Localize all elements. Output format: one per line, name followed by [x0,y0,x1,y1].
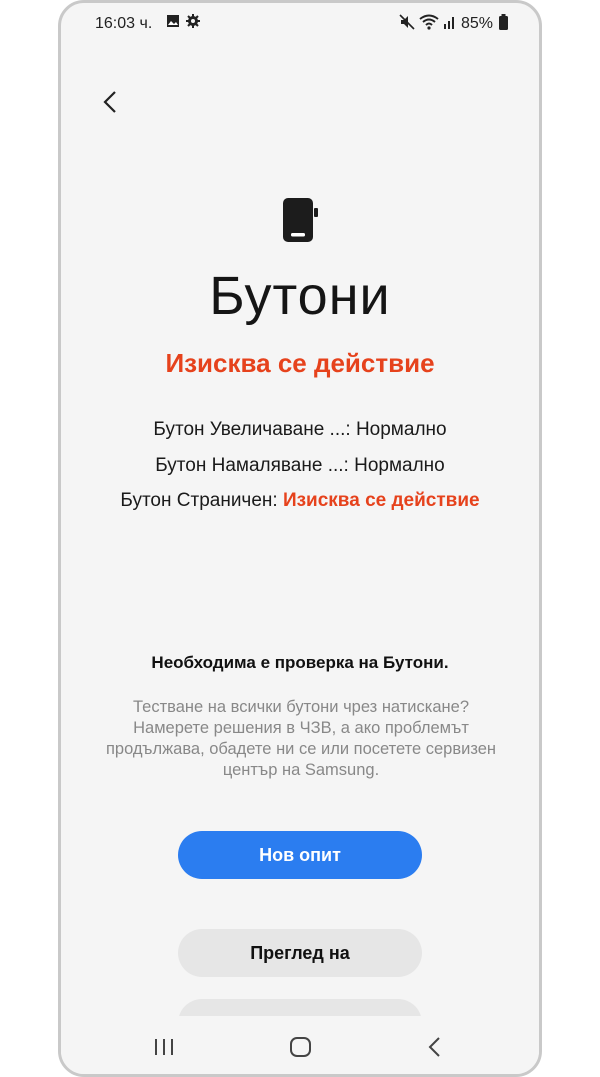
gear-icon [186,14,200,33]
review-button[interactable]: Преглед на [178,929,422,977]
result-volume-up: Бутон Увеличаване ...: Нормално [61,419,539,441]
check-heading: Необходима е проверка на Бутони. [151,653,449,672]
retry-button[interactable]: Нов опит [178,831,422,879]
image-icon [166,14,180,33]
result-side-button: Бутон Страничен: Изисква се действие [61,490,539,512]
home-button[interactable] [289,1036,313,1063]
recent-apps-button[interactable] [153,1036,175,1063]
back-icon [428,1037,440,1057]
mute-icon [399,14,415,35]
result-value: Нормално [354,455,445,476]
navigation-bar [61,1016,539,1074]
signal-icon [443,14,457,35]
battery-percent: 85% [461,15,494,32]
chevron-left-icon [103,91,116,113]
result-value: Нормално [355,419,447,440]
result-label: Бутон Увеличаване ...: [153,419,351,440]
phone-frame: 16:03 ч. 85% Бутони Изисква се действие … [58,0,542,1077]
result-label: Бутон Намаляване ...: [155,455,349,476]
action-required-status: Изисква се действие [165,348,435,378]
home-icon [290,1037,311,1057]
wifi-icon [419,14,439,35]
result-value-warning: Изисква се действие [282,490,480,511]
battery-icon [499,14,508,35]
result-label: Бутон Страничен: [120,490,278,511]
result-volume-down: Бутон Намаляване ...: Нормално [61,455,539,477]
recent-apps-icon [155,1039,173,1055]
status-time: 16:03 ч. [95,15,153,32]
status-bar: 16:03 ч. 85% [61,3,539,47]
system-back-button[interactable] [427,1036,443,1063]
check-description: Тестване на всички бутони чрез натискане… [105,698,497,779]
page-title: Бутони [209,266,391,326]
phone-buttons-icon [281,198,323,249]
back-button[interactable] [95,85,125,119]
